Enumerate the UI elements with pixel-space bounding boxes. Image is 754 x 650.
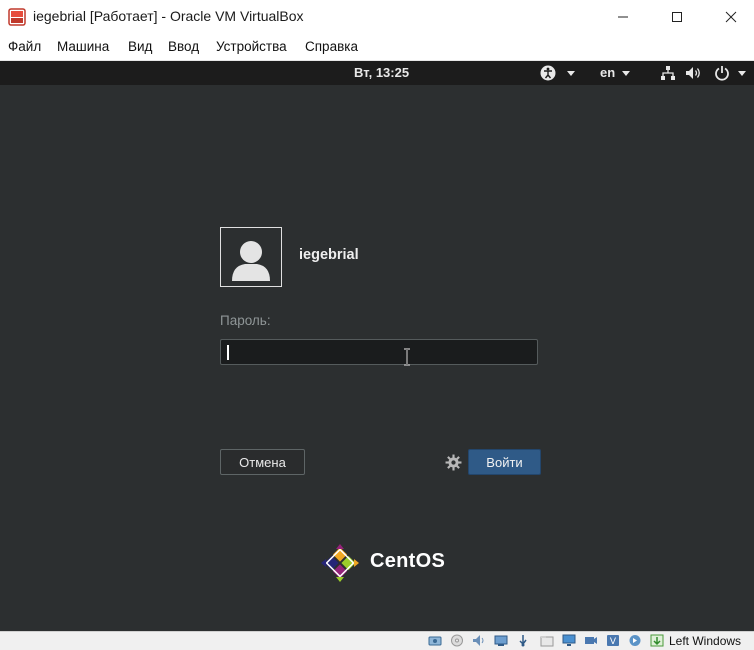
- login-button-label: Войти: [486, 454, 523, 470]
- display-icon[interactable]: [562, 634, 576, 647]
- menu-help[interactable]: Справка: [305, 39, 358, 54]
- guest-screen[interactable]: Вт, 13:25 en iegebrial Пароль: Отмена Во…: [0, 61, 754, 631]
- menubar: Файл Машина Вид Ввод Устройства Справка: [0, 34, 754, 61]
- centos-logo-icon: [321, 544, 359, 582]
- minimize-icon: [618, 16, 628, 18]
- session-settings-gear-icon[interactable]: [445, 454, 462, 471]
- minimize-button[interactable]: [600, 0, 646, 34]
- cpu-virtualization-icon[interactable]: V: [606, 634, 620, 647]
- language-dropdown-icon[interactable]: [622, 71, 630, 76]
- accessibility-icon[interactable]: [540, 65, 556, 81]
- menu-view[interactable]: Вид: [128, 39, 152, 54]
- window-titlebar[interactable]: iegebrial [Работает] - Oracle VM Virtual…: [0, 0, 754, 34]
- close-icon: [725, 11, 737, 23]
- menu-input[interactable]: Ввод: [168, 39, 199, 54]
- video-capture-icon[interactable]: [584, 634, 598, 647]
- clock[interactable]: Вт, 13:25: [354, 65, 409, 80]
- maximize-icon: [672, 12, 682, 22]
- centos-brand: CentOS: [370, 550, 446, 572]
- statusbar: V Left Windows: [0, 631, 754, 650]
- host-key-label: Left Windows: [669, 634, 742, 648]
- menu-devices[interactable]: Устройства: [216, 39, 287, 54]
- ibeam-cursor-icon: [404, 348, 410, 366]
- user-icon: [232, 241, 270, 281]
- keyboard-capture-icon[interactable]: [650, 634, 664, 647]
- maximize-button[interactable]: [654, 0, 700, 34]
- cancel-button[interactable]: Отмена: [220, 449, 305, 475]
- hdd-icon[interactable]: [428, 634, 442, 647]
- password-label: Пароль:: [220, 313, 271, 328]
- optical-disk-icon[interactable]: [450, 634, 464, 647]
- svg-text:V: V: [610, 637, 617, 647]
- username: iegebrial: [299, 247, 359, 263]
- audio-icon[interactable]: [472, 634, 486, 647]
- shared-folders-icon[interactable]: [540, 634, 554, 647]
- network-adapter-icon[interactable]: [494, 634, 508, 647]
- close-button[interactable]: [708, 0, 754, 34]
- menu-machine[interactable]: Машина: [57, 39, 109, 54]
- system-menu-dropdown-icon[interactable]: [738, 71, 746, 76]
- user-avatar[interactable]: [220, 227, 282, 287]
- network-icon[interactable]: [660, 65, 676, 81]
- accessibility-dropdown-icon[interactable]: [567, 71, 575, 76]
- login-button[interactable]: Войти: [468, 449, 541, 475]
- cancel-button-label: Отмена: [239, 454, 286, 470]
- menu-file[interactable]: Файл: [8, 39, 41, 54]
- window-title: iegebrial [Работает] - Oracle VM Virtual…: [33, 8, 304, 24]
- password-field[interactable]: [220, 339, 538, 365]
- usb-icon[interactable]: [516, 634, 530, 647]
- language-selector[interactable]: en: [600, 65, 615, 80]
- gnome-top-bar: Вт, 13:25 en: [0, 61, 754, 85]
- text-caret: [227, 345, 229, 360]
- virtualbox-app-icon: [8, 8, 26, 26]
- mouse-integration-icon[interactable]: [628, 634, 642, 647]
- volume-icon[interactable]: [685, 65, 703, 81]
- power-icon[interactable]: [714, 65, 730, 81]
